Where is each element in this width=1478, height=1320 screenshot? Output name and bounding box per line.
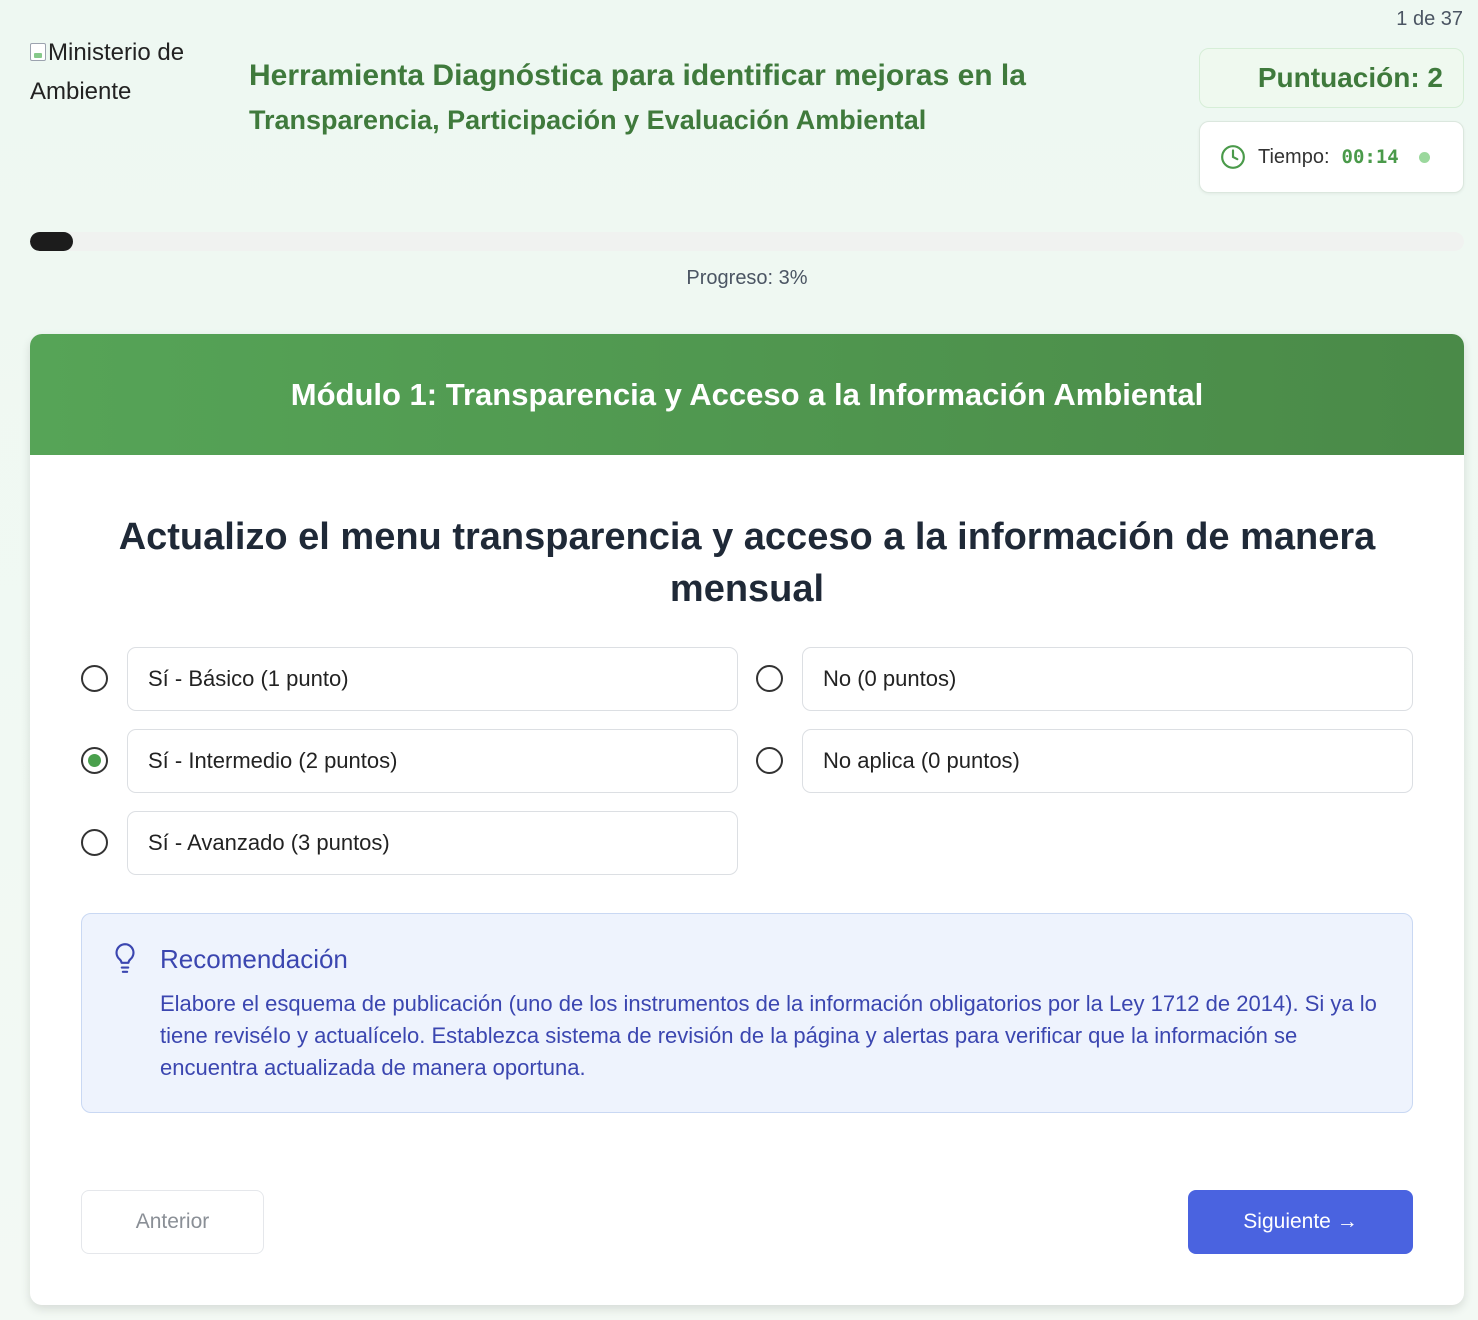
app-title: Herramienta Diagnóstica para identificar… xyxy=(249,56,1149,144)
score-badge: Puntuación: 2 xyxy=(1199,48,1464,108)
radio-button[interactable] xyxy=(81,665,108,692)
option-label[interactable]: No aplica (0 puntos) xyxy=(802,729,1413,793)
option-label[interactable]: Sí - Básico (1 punto) xyxy=(127,647,738,711)
option-label[interactable]: Sí - Avanzado (3 puntos) xyxy=(127,811,738,875)
step-counter: 1 de 37 xyxy=(1396,8,1463,30)
radio-button-checked[interactable] xyxy=(81,747,108,774)
app-title-line2: Transparencia, Participación y Evaluació… xyxy=(249,105,927,135)
diagnostic-page: 1 de 37 Ministerio de Ambiente Herramien… xyxy=(0,0,1478,1320)
clock-icon xyxy=(1221,145,1245,169)
question-text: Actualizo el menu transparencia y acceso… xyxy=(118,516,1376,610)
radio-button[interactable] xyxy=(81,829,108,856)
option-label[interactable]: No (0 puntos) xyxy=(802,647,1413,711)
score-label: Puntuación: 2 xyxy=(1257,62,1443,93)
recommendation-text: Elabore el esquema de publicación (uno d… xyxy=(160,991,1377,1080)
module-title: Módulo 1: Transparencia y Acceso a la In… xyxy=(290,376,1204,412)
question-card: Módulo 1: Transparencia y Acceso a la In… xyxy=(30,334,1464,1305)
logo-alt-text: Ministerio de Ambiente xyxy=(30,39,185,105)
lightbulb-icon xyxy=(115,943,135,973)
previous-button[interactable]: Anterior xyxy=(81,1190,264,1254)
timer-status-dot xyxy=(1418,151,1430,163)
radio-button[interactable] xyxy=(756,747,783,774)
timer-label: Tiempo: xyxy=(1258,145,1330,168)
timer-panel: Tiempo: 00:14 xyxy=(1199,121,1464,193)
progress-label: Progreso: 3% xyxy=(686,267,808,289)
broken-image-icon xyxy=(30,43,46,61)
module-header: Módulo 1: Transparencia y Acceso a la In… xyxy=(30,334,1464,455)
radio-button[interactable] xyxy=(756,665,783,692)
recommendation-title: Recomendación xyxy=(160,944,348,974)
timer-value: 00:14 xyxy=(1341,146,1399,168)
app-title-line1: Herramienta Diagnóstica para identificar… xyxy=(249,59,1026,92)
progress-fill xyxy=(30,232,74,251)
ministry-logo: Ministerio de Ambiente xyxy=(30,33,230,111)
option-label[interactable]: Sí - Intermedio (2 puntos) xyxy=(127,729,738,793)
progress-bar xyxy=(30,232,1464,251)
recommendation-panel: Recomendación Elabore el esquema de publ… xyxy=(81,913,1413,1113)
next-button[interactable]: Siguiente → xyxy=(1188,1190,1413,1254)
